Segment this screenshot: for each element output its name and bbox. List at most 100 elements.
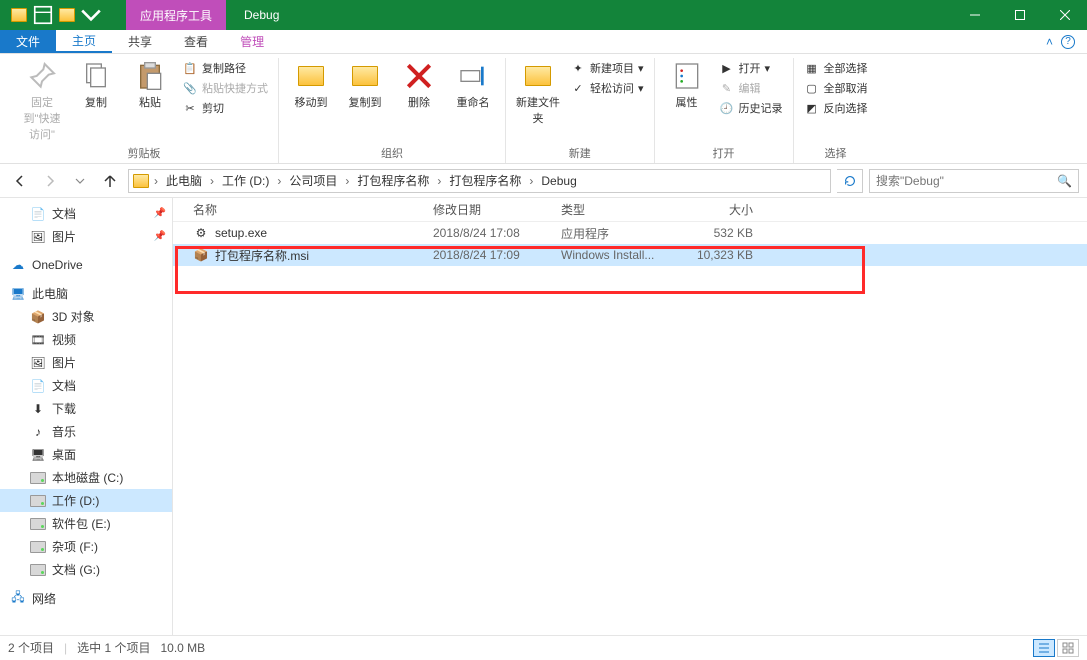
view-icons-button[interactable] [1057,639,1079,657]
tree-icon [30,516,46,532]
col-type[interactable]: 类型 [561,201,683,218]
tree-item[interactable]: ⬇下载 [0,397,172,420]
copy-to-button[interactable]: 复制到 [343,60,387,110]
view-details-button[interactable] [1033,639,1055,657]
cut-button[interactable]: ✂剪切 [182,100,268,116]
tree-item[interactable]: 📄文档📌 [0,202,172,225]
nav-recent-button[interactable] [68,169,92,193]
network-icon: 🖧 [10,591,26,607]
nav-back-button[interactable] [8,169,32,193]
search-icon[interactable]: 🔍 [1057,174,1072,188]
column-headers[interactable]: 名称 修改日期 类型 大小 [173,198,1087,222]
tree-item[interactable]: 🎞视频 [0,328,172,351]
file-row[interactable]: 📦打包程序名称.msi2018/8/24 17:09Windows Instal… [173,244,1087,266]
pc-icon: 🖥 [10,286,26,302]
tree-item-onedrive[interactable]: ☁OneDrive [0,254,172,276]
move-to-button[interactable]: 移动到 [289,60,333,110]
file-type: 应用程序 [561,225,683,242]
tab-file[interactable]: 文件 [0,30,56,53]
tree-item[interactable]: 软件包 (E:) [0,512,172,535]
properties-button[interactable]: 属性 [665,60,709,110]
tree-item-thispc[interactable]: 🖥此电脑 [0,282,172,305]
open-button[interactable]: ▶打开 ▾ [719,60,783,76]
refresh-button[interactable] [837,169,863,193]
col-name[interactable]: 名称 [173,201,433,218]
col-size[interactable]: 大小 [683,201,763,218]
file-icon: ⚙ [193,225,209,241]
navigation-pane[interactable]: 📄文档📌🖼图片📌 ☁OneDrive 🖥此电脑📦3D 对象🎞视频🖼图片📄文档⬇下载♪… [0,198,173,635]
tree-item[interactable]: 杂项 (F:) [0,535,172,558]
context-tab: 应用程序工具 [126,0,226,30]
tree-item[interactable]: ♪音乐 [0,420,172,443]
new-item-button[interactable]: ✦新建项目 ▾ [570,60,644,76]
col-date[interactable]: 修改日期 [433,201,561,218]
ribbon-collapse-icon[interactable]: ˄ [1046,35,1053,49]
tab-home[interactable]: 主页 [56,30,112,53]
tree-item[interactable]: 🖼图片 [0,351,172,374]
rename-button[interactable]: 重命名 [451,60,495,110]
tree-icon: 🖼 [30,229,46,245]
qat-dropdown-icon[interactable] [80,4,102,26]
search-input[interactable] [876,174,1051,188]
crumb[interactable]: 工作 (D:) [219,172,272,189]
tree-item[interactable]: 工作 (D:) [0,489,172,512]
paste-shortcut-button[interactable]: 📎粘贴快捷方式 [182,80,268,96]
file-size: 10,323 KB [683,248,763,262]
crumb[interactable]: Debug [538,174,579,188]
delete-button[interactable]: 删除 [397,60,441,110]
tree-item[interactable]: 🖼图片📌 [0,225,172,248]
help-icon[interactable]: ? [1061,35,1075,49]
select-all-button[interactable]: ▦全部选择 [804,60,868,76]
tree-icon: 📦 [30,309,46,325]
maximize-button[interactable] [997,0,1042,30]
nav-forward-button[interactable] [38,169,62,193]
tree-item-network[interactable]: 🖧网络 [0,587,172,610]
copy-icon [80,60,112,92]
pin-quick-access-button[interactable]: 固定到"快速访问" [20,60,64,142]
tree-item[interactable]: 🖥桌面 [0,443,172,466]
new-folder-icon [522,60,554,92]
tree-item[interactable]: 文档 (G:) [0,558,172,581]
new-folder-button[interactable]: 新建文件夹 [516,60,560,126]
tree-item[interactable]: 📄文档 [0,374,172,397]
invert-selection-button[interactable]: ◩反向选择 [804,100,868,116]
edit-button[interactable]: ✎编辑 [719,80,783,96]
invert-icon: ◩ [804,100,820,116]
crumb[interactable]: 此电脑 [163,172,205,189]
group-select-label: 选择 [825,145,847,163]
quick-access-toolbar [0,4,102,26]
qat-properties-icon[interactable] [32,4,54,26]
copy-path-button[interactable]: 📋复制路径 [182,60,268,76]
statusbar: 2 个项目 | 选中 1 个项目 10.0 MB [0,635,1087,659]
easy-access-button[interactable]: ✓轻松访问 ▾ [570,80,644,96]
cloud-icon: ☁ [10,257,26,273]
tab-manage[interactable]: 管理 [224,30,280,53]
tab-share[interactable]: 共享 [112,30,168,53]
titlebar: 应用程序工具 Debug [0,0,1087,30]
group-organize-label: 组织 [381,145,403,163]
search-box[interactable]: 🔍 [869,169,1079,193]
copy-to-icon [349,60,381,92]
breadcrumb[interactable]: › 此电脑› 工作 (D:)› 公司项目› 打包程序名称› 打包程序名称› De… [128,169,831,193]
crumb[interactable]: 打包程序名称 [354,172,432,189]
minimize-button[interactable] [952,0,997,30]
chevron-right-icon[interactable]: › [151,174,161,188]
tab-view[interactable]: 查看 [168,30,224,53]
edit-icon: ✎ [719,80,735,96]
copy-button[interactable]: 复制 [74,60,118,110]
nav-up-button[interactable] [98,169,122,193]
crumb[interactable]: 公司项目 [286,172,340,189]
select-none-button[interactable]: ▢全部取消 [804,80,868,96]
paste-button[interactable]: 粘贴 [128,60,172,110]
crumb[interactable]: 打包程序名称 [446,172,524,189]
tree-icon: 🖥 [30,447,46,463]
tree-item[interactable]: 本地磁盘 (C:) [0,466,172,489]
file-size: 532 KB [683,226,763,240]
qat-new-folder-icon[interactable] [56,4,78,26]
history-button[interactable]: 🕘历史记录 [719,100,783,116]
window-title: Debug [244,8,279,22]
file-row[interactable]: ⚙setup.exe2018/8/24 17:08应用程序532 KB [173,222,1087,244]
new-item-icon: ✦ [570,60,586,76]
close-button[interactable] [1042,0,1087,30]
tree-item[interactable]: 📦3D 对象 [0,305,172,328]
